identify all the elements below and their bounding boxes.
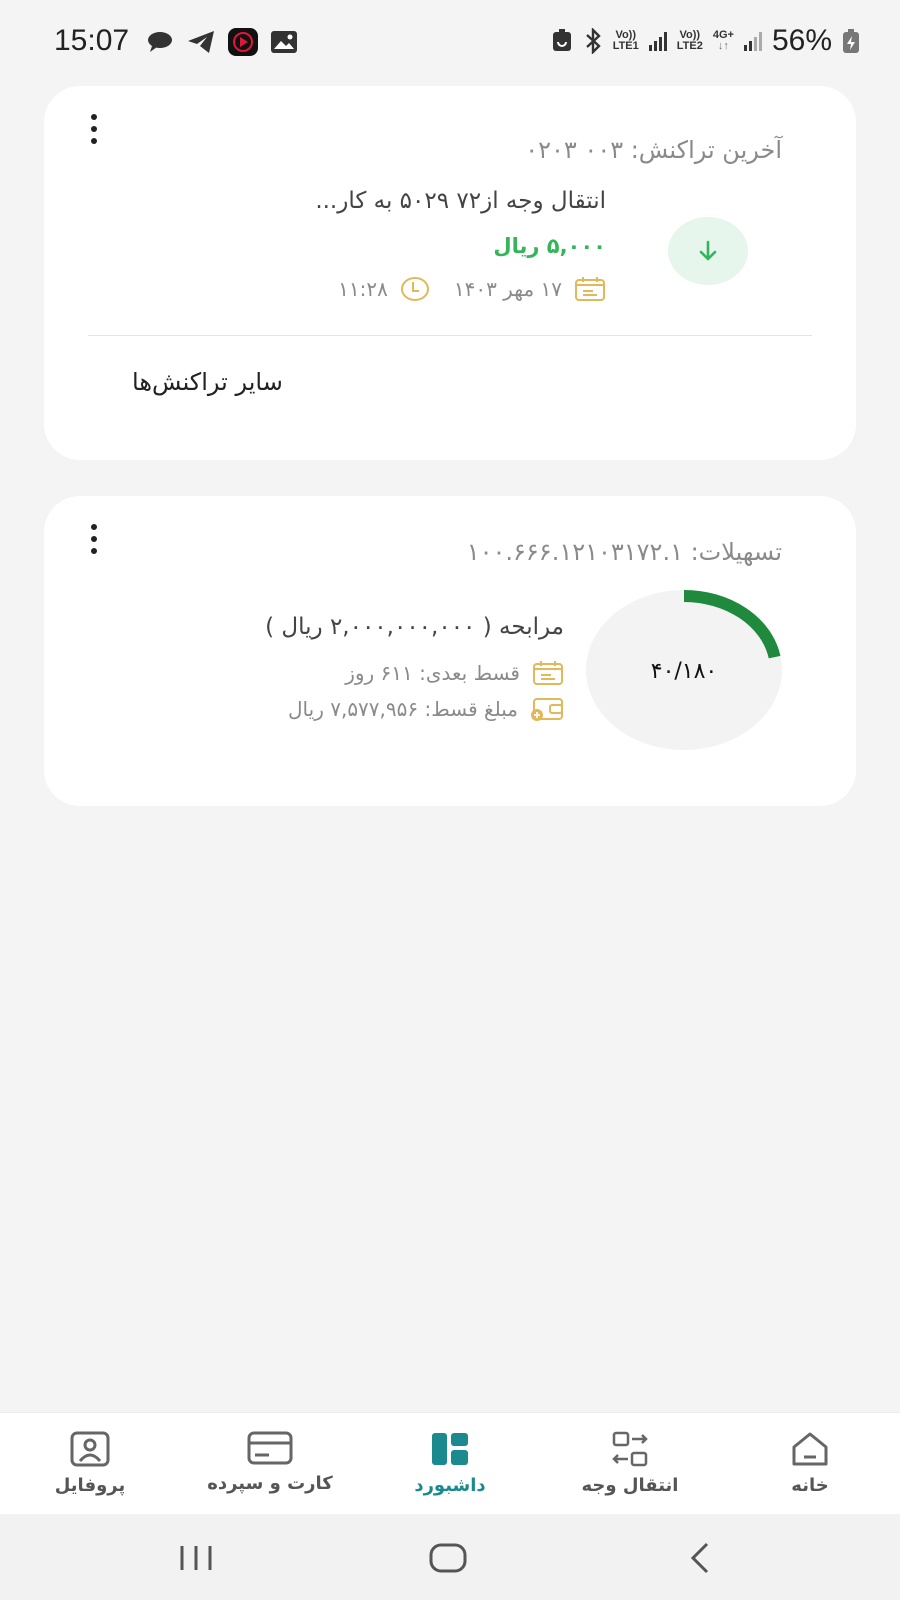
transaction-date: ۱۷ مهر ۱۴۰۳ (453, 277, 562, 301)
card-divider (88, 335, 812, 336)
system-navigation-bar (0, 1514, 900, 1600)
next-installment-row: قسط بعدی: ۶۱۱ روز (345, 660, 564, 686)
loan-type-label: مرابحه (499, 614, 564, 640)
transfer-icon (612, 1431, 648, 1467)
clock-icon (400, 277, 429, 301)
nav-label-transfer: انتقال وجه (581, 1475, 679, 1496)
loan-amount: ( ۲,۰۰۰,۰۰۰,۰۰۰ ریال ) (265, 614, 492, 640)
nav-item-cards[interactable]: کارت و سپرده (190, 1431, 350, 1494)
installment-amount: مبلغ قسط: ۷,۵۷۷,۹۵۶ ریال (288, 697, 518, 721)
card-icon (247, 1431, 293, 1465)
more-options-icon[interactable] (88, 524, 100, 554)
gallery-icon (271, 31, 297, 53)
more-options-icon[interactable] (88, 114, 100, 144)
status-bar: 15:07 Vo)) LTE1 Vo)) LTE2 4G+ ↓↑ 56% (0, 0, 900, 84)
transaction-description: انتقال وجه از۷۲ ۵۰۲۹ به کار... (315, 188, 606, 214)
status-time: 15:07 (54, 24, 130, 57)
sim1-label: Vo)) LTE1 (612, 29, 639, 52)
bluetooth-icon (585, 28, 601, 54)
chat-bubble-icon (148, 32, 172, 52)
transaction-meta: ۱۷ مهر ۱۴۰۳ ۱۱:۲۸ (338, 276, 606, 302)
youtube-music-icon (228, 28, 258, 56)
battery-percentage: 56% (771, 24, 832, 57)
calendar-icon (575, 277, 605, 301)
sim2-label: Vo)) LTE2 (676, 29, 703, 52)
data-type: 4G+ ↓↑ (712, 29, 734, 52)
incoming-indicator (668, 217, 748, 285)
last-transaction-card[interactable]: آخرین تراکنش: ۰۰۳ ۰۲۰۳ انتقال وجه از۷۲ ۵… (44, 86, 856, 460)
wallet-icon (531, 698, 563, 721)
next-installment: قسط بعدی: ۶۱۱ روز (345, 661, 520, 685)
other-transactions-link[interactable]: سایر تراکنش‌ها (132, 368, 283, 396)
home-button-icon[interactable] (418, 1538, 478, 1578)
installment-progress-gauge: ۴۰/۱۸۰ (586, 590, 782, 750)
notification-icons (146, 28, 298, 56)
loan-card[interactable]: تسهیلات: ۱۰۰.۶۶۶.۱۲۱۰۳۱۷۲.۱ مرابحه ( ۲,۰… (44, 496, 856, 806)
dashboard-icon (432, 1433, 468, 1465)
transaction-time: ۱۱:۲۸ (338, 277, 388, 301)
nav-item-profile[interactable]: پروفایل (10, 1431, 170, 1496)
calendar-icon (533, 661, 563, 685)
battery-charging-icon (843, 29, 859, 53)
status-right: Vo)) LTE1 Vo)) LTE2 4G+ ↓↑ 56% (551, 24, 860, 58)
home-icon (792, 1432, 828, 1466)
nav-label-profile: پروفایل (54, 1475, 126, 1496)
sim1-signal-icon (648, 31, 667, 51)
nav-item-transfer[interactable]: انتقال وجه (550, 1431, 710, 1496)
nav-item-home[interactable]: خانه (730, 1431, 890, 1496)
nav-label-cards: کارت و سپرده (207, 1473, 333, 1494)
back-icon[interactable] (670, 1538, 730, 1578)
nav-item-dashboard[interactable]: داشبورد (370, 1431, 530, 1496)
sim2-signal-icon (743, 31, 762, 51)
installment-amount-row: مبلغ قسط: ۷,۵۷۷,۹۵۶ ریال (288, 696, 564, 722)
battery-saver-icon (552, 29, 571, 51)
telegram-icon (188, 31, 214, 53)
gauge-text: ۴۰/۱۸۰ (651, 659, 718, 684)
bottom-navigation: پروفایل کارت و سپرده داشبورد انتقال وجه … (0, 1412, 900, 1514)
profile-icon (70, 1431, 110, 1467)
loan-type: مرابحه ( ۲,۰۰۰,۰۰۰,۰۰۰ ریال ) (265, 614, 564, 640)
transaction-amount: ۵,۰۰۰ ریال (493, 234, 606, 258)
loan-title: تسهیلات: ۱۰۰.۶۶۶.۱۲۱۰۳۱۷۲.۱ (466, 538, 782, 566)
nav-label-home: خانه (791, 1475, 829, 1496)
arrow-down-icon (699, 240, 717, 261)
last-transaction-title: آخرین تراکنش: ۰۰۳ ۰۲۰۳ (525, 136, 782, 164)
recent-apps-icon[interactable] (166, 1538, 226, 1578)
nav-label-dashboard: داشبورد (414, 1475, 486, 1496)
